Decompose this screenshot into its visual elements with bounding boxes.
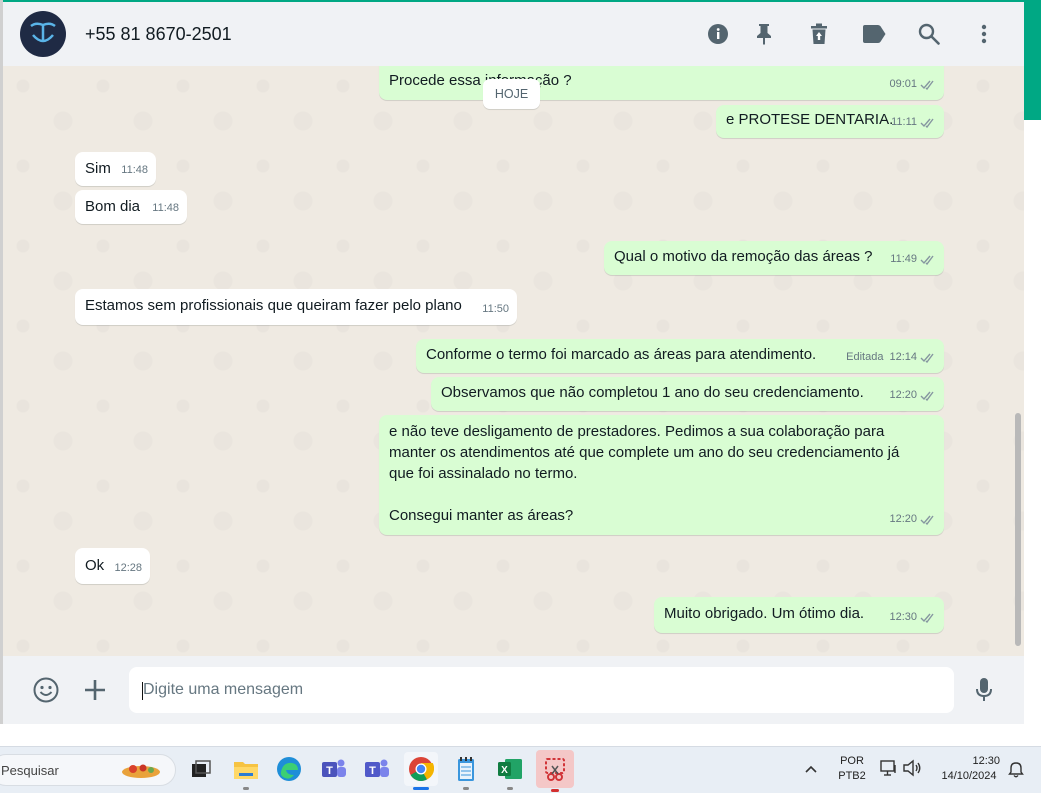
message-outgoing[interactable]: Observamos que não completou 1 ano do se… [431, 377, 944, 411]
message-meta: 11:11 [891, 112, 936, 133]
search-highlight-icon [122, 764, 160, 778]
message-outgoing[interactable]: Conforme o termo foi marcado as áreas pa… [416, 339, 944, 373]
message-time: 12:30 [889, 611, 917, 623]
notification-bell-icon[interactable] [1008, 760, 1024, 783]
delete-icon[interactable] [805, 20, 833, 48]
svg-text:T: T [369, 765, 376, 777]
message-time: 11:48 [152, 202, 179, 214]
task-view-icon[interactable] [184, 752, 218, 786]
message-meta: 09:01 [889, 74, 936, 95]
message-incoming[interactable]: Sim 11:48 [75, 152, 156, 186]
message-time: 09:01 [889, 78, 917, 90]
message-time: 11:49 [890, 253, 917, 265]
message-meta: 12:20 [889, 509, 936, 530]
svg-text:T: T [326, 765, 333, 777]
message-outgoing[interactable]: Procede essa informação ? 09:01 [379, 66, 944, 100]
message-outgoing[interactable]: e PROTESE DENTARIA. 11:11 [716, 105, 944, 138]
edited-label: Editada [846, 351, 884, 363]
read-checks-icon [920, 118, 934, 128]
chat-scrollbar[interactable] [1015, 413, 1021, 646]
message-meta: 12:30 [889, 607, 936, 628]
message-time: 12:14 [889, 351, 917, 363]
message-incoming[interactable]: Estamos sem profissionais que queiram fa… [75, 289, 517, 325]
menu-icon[interactable] [970, 20, 998, 48]
message-time: 11:50 [482, 303, 509, 315]
message-input-wrapper [129, 667, 954, 713]
read-checks-icon [920, 515, 934, 525]
message-time: 12:20 [889, 513, 917, 525]
teams-icon[interactable]: T [360, 752, 394, 786]
message-text: Qual o motivo da remoção das áreas ? [614, 248, 873, 265]
read-checks-icon [920, 80, 934, 90]
message-outgoing[interactable]: e não teve desligamento de prestadores. … [379, 415, 944, 535]
message-text: Sim [85, 160, 111, 177]
read-checks-icon [920, 255, 934, 265]
taskbar-search-label: Pesquisar [1, 763, 59, 778]
attach-plus-icon[interactable] [81, 676, 109, 704]
chrome-icon[interactable] [404, 752, 438, 790]
language-indicator[interactable]: POR PTB2 [834, 755, 870, 782]
tray-expand-icon[interactable] [804, 761, 818, 779]
read-checks-icon [920, 613, 934, 623]
message-meta: 11:48 [152, 198, 179, 219]
file-explorer-icon[interactable] [229, 752, 263, 790]
message-text: Ok [85, 557, 105, 574]
message-meta: 11:50 [482, 299, 509, 320]
volume-icon[interactable] [902, 759, 922, 782]
message-outgoing[interactable]: Muito obrigado. Um ótimo dia. 12:30 [654, 597, 944, 633]
message-text: Conforme o termo foi marcado as áreas pa… [426, 346, 817, 363]
network-icon[interactable] [879, 759, 899, 782]
svg-text:X: X [501, 765, 508, 776]
message-text: e não teve desligamento de prestadores. … [389, 423, 900, 524]
message-time: 11:48 [121, 164, 148, 176]
message-meta: 12:28 [114, 558, 142, 579]
read-checks-icon [920, 391, 934, 401]
message-incoming[interactable]: Ok 12:28 [75, 548, 150, 584]
message-incoming[interactable]: Bom dia 11:48 [75, 190, 187, 224]
message-time: 11:11 [891, 116, 917, 128]
snipping-tool-icon[interactable] [536, 750, 574, 792]
contact-name[interactable]: +55 81 8670-2501 [85, 24, 232, 45]
info-icon[interactable] [704, 20, 732, 48]
emoji-icon[interactable] [32, 676, 60, 704]
notepad-icon[interactable] [449, 752, 483, 790]
compose-bar [3, 656, 1024, 724]
message-meta: 12:20 [889, 385, 936, 406]
clock[interactable]: 12:30 14/10/2024 [934, 755, 1004, 782]
chat-header: +55 81 8670-2501 [3, 0, 1024, 66]
message-text: Estamos sem profissionais que queiram fa… [85, 297, 462, 314]
background-window-accent [1021, 0, 1041, 120]
avatar[interactable] [20, 11, 66, 57]
message-input[interactable] [129, 667, 954, 713]
excel-icon[interactable]: X [493, 752, 527, 790]
message-meta: 11:49 [890, 249, 936, 270]
edge-icon[interactable] [272, 752, 306, 786]
microphone-icon[interactable] [970, 676, 998, 704]
message-meta: 11:48 [121, 160, 148, 181]
message-text: Procede essa informação ? [389, 72, 572, 89]
read-checks-icon [920, 353, 934, 363]
message-text: e PROTESE DENTARIA. [726, 111, 894, 128]
search-icon[interactable] [915, 20, 943, 48]
taskbar-search[interactable]: Pesquisar [0, 754, 176, 786]
message-meta: Editada 12:14 [846, 347, 936, 368]
message-time: 12:20 [889, 389, 917, 401]
message-text: Observamos que não completou 1 ano do se… [441, 384, 864, 401]
message-outgoing[interactable]: Qual o motivo da remoção das áreas ? 11:… [604, 241, 944, 275]
conversation-panel[interactable]: Procede essa informação ? 09:01 HOJE e P… [3, 66, 1024, 656]
whatsapp-window: +55 81 8670-2501 Procede essa informação… [0, 0, 1024, 724]
message-time: 12:28 [114, 562, 142, 574]
date-separator: HOJE [483, 79, 540, 109]
teams-work-icon[interactable]: T [317, 752, 351, 786]
windows-taskbar: Pesquisar T T X POR PTB2 12:30 14/10/202… [0, 746, 1041, 793]
label-icon[interactable] [860, 20, 888, 48]
text-caret [142, 682, 143, 700]
pin-icon[interactable] [750, 20, 778, 48]
message-text: Muito obrigado. Um ótimo dia. [664, 605, 865, 622]
message-text: Bom dia [85, 198, 141, 215]
